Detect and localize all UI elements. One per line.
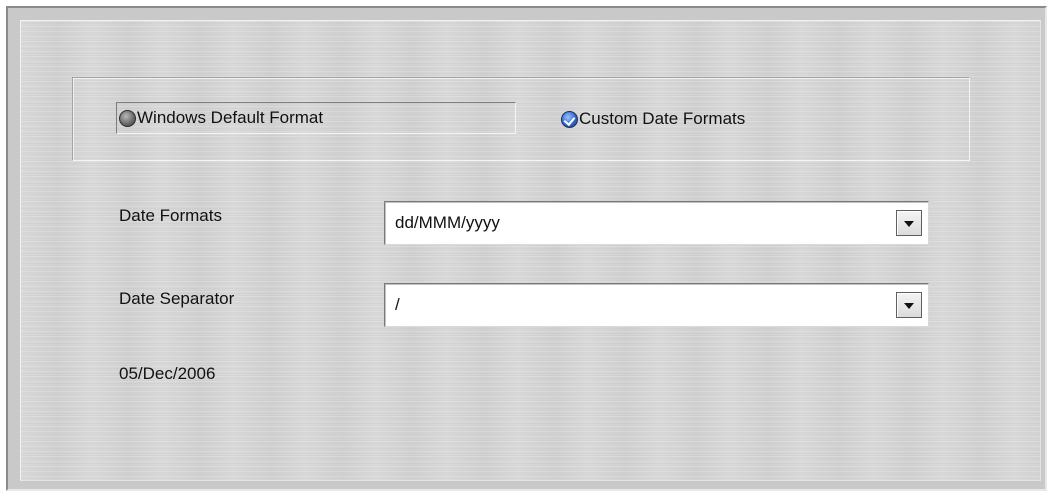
custom-date-formats-radio[interactable]: Custom Date Formats xyxy=(561,107,745,131)
custom-date-formats-label: Custom Date Formats xyxy=(579,109,746,128)
date-separator-select[interactable]: / xyxy=(384,283,929,327)
date-preview: 05/Dec/2006 xyxy=(119,364,216,383)
date-separator-label: Date Separator xyxy=(119,289,235,308)
radio-checked-icon xyxy=(561,110,578,128)
date-settings-panel: Windows Default Format Custom Date Forma… xyxy=(20,20,1041,481)
date-separator-value: / xyxy=(395,295,400,314)
windows-default-format-radio[interactable]: Windows Default Format xyxy=(116,102,516,134)
windows-default-format-label: Windows Default Format xyxy=(137,108,324,127)
date-formats-label: Date Formats xyxy=(119,206,222,225)
radio-unchecked-icon xyxy=(119,109,136,127)
dialog-frame: Windows Default Format Custom Date Forma… xyxy=(6,6,1047,491)
date-formats-select[interactable]: dd/MMM/yyyy xyxy=(384,201,929,245)
chevron-down-icon[interactable] xyxy=(896,292,922,318)
chevron-down-icon[interactable] xyxy=(896,210,922,236)
date-formats-value: dd/MMM/yyyy xyxy=(395,213,500,232)
